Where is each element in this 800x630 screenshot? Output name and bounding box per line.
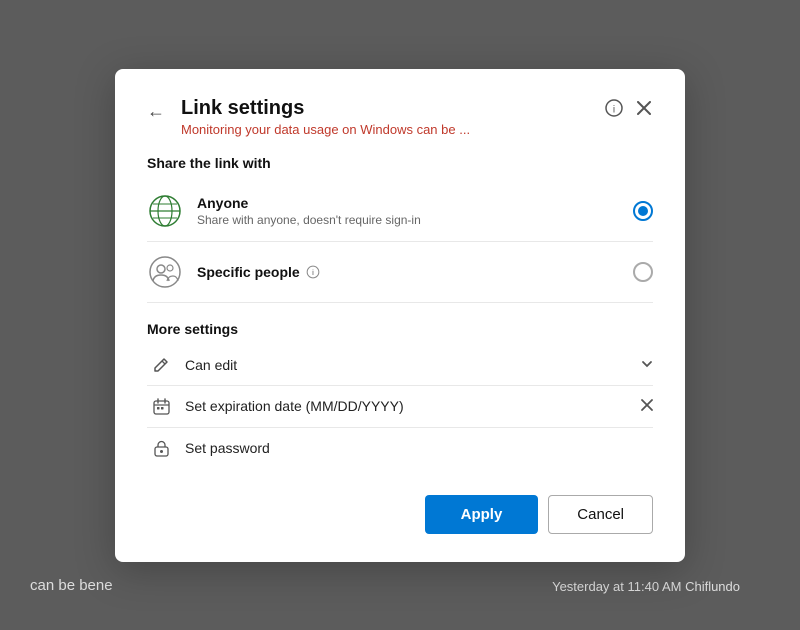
cancel-button[interactable]: Cancel (548, 495, 653, 534)
apply-button[interactable]: Apply (425, 495, 539, 534)
header-left: ← Link settings Monitoring your data usa… (147, 97, 470, 137)
globe-icon (148, 194, 182, 228)
setting-row-expiration[interactable]: Set expiration date (MM/DD/YYYY) (147, 386, 653, 428)
bg-text-right: Yesterday at 11:40 AM Chiflundo (552, 579, 740, 594)
expiration-close-btn[interactable] (641, 398, 653, 414)
radio-anyone-fill (638, 206, 648, 216)
link-settings-dialog: ← Link settings Monitoring your data usa… (115, 69, 685, 562)
globe-icon-container (147, 193, 183, 229)
info-icon: i (605, 99, 623, 117)
setting-password-text: Set password (185, 440, 653, 456)
more-settings-label: More settings (147, 321, 653, 337)
header-right: i (603, 97, 653, 119)
svg-text:i: i (312, 270, 314, 277)
title-group: Link settings Monitoring your data usage… (181, 97, 470, 137)
calendar-icon (147, 398, 175, 415)
option-specific-people[interactable]: Specific people i (147, 242, 653, 303)
expiration-close-icon (641, 399, 653, 411)
chevron-down-icon (641, 358, 653, 370)
specific-people-info-icon: i (306, 265, 320, 279)
edit-icon (147, 357, 175, 373)
dialog-subtitle: Monitoring your data usage on Windows ca… (181, 122, 470, 137)
share-section-label: Share the link with (147, 155, 653, 171)
lock-icon (147, 440, 175, 457)
option-anyone[interactable]: Anyone Share with anyone, doesn't requir… (147, 181, 653, 242)
can-edit-chevron (641, 357, 653, 373)
setting-can-edit-text: Can edit (185, 357, 641, 373)
setting-row-password[interactable]: Set password (147, 428, 653, 469)
setting-row-can-edit[interactable]: Can edit (147, 345, 653, 386)
setting-expiration-text: Set expiration date (MM/DD/YYYY) (185, 398, 641, 414)
bg-text-left: can be bene (30, 577, 113, 594)
people-icon-container (147, 254, 183, 290)
option-anyone-text: Anyone Share with anyone, doesn't requir… (197, 195, 633, 227)
dialog-footer: Apply Cancel (147, 495, 653, 534)
radio-specific-people[interactable] (633, 262, 653, 282)
people-icon (148, 255, 182, 289)
backdrop: can be bene Yesterday at 11:40 AM Chiflu… (0, 0, 800, 630)
info-button[interactable]: i (603, 97, 625, 119)
option-anyone-desc: Share with anyone, doesn't require sign-… (197, 213, 633, 227)
close-icon (637, 101, 651, 115)
option-anyone-name: Anyone (197, 195, 633, 211)
dialog-header: ← Link settings Monitoring your data usa… (147, 97, 653, 137)
close-button[interactable] (635, 99, 653, 117)
svg-text:i: i (613, 104, 615, 115)
dialog-title: Link settings (181, 97, 470, 120)
option-specific-text: Specific people i (197, 264, 633, 280)
radio-anyone[interactable] (633, 201, 653, 221)
back-button[interactable]: ← (147, 99, 171, 122)
option-specific-name: Specific people i (197, 264, 633, 280)
